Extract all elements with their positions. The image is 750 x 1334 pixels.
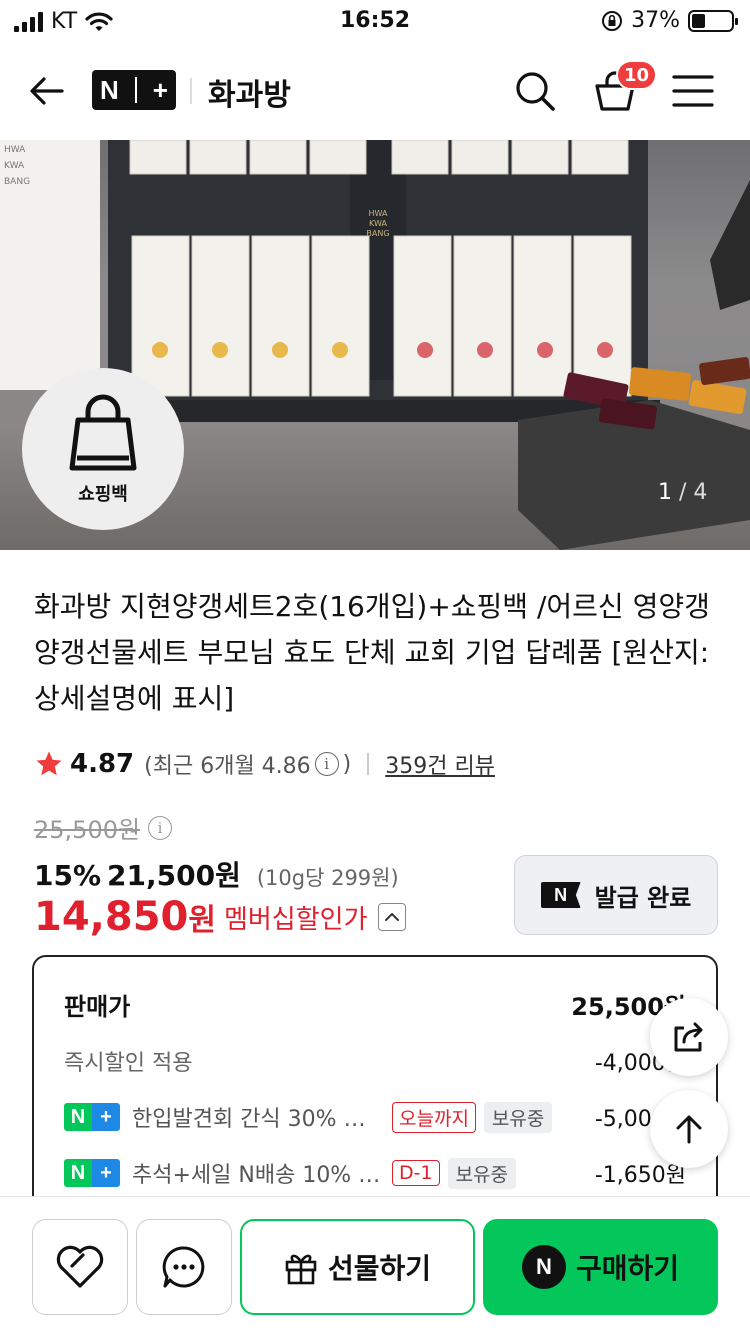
member-price-row: 14,850원 멤버십할인가 [34, 894, 406, 940]
svg-text:BANG: BANG [366, 229, 389, 238]
product-image-carousel[interactable]: HWA KWA BANG HWA KWA BANG 쇼핑백 1 / 4 [0, 140, 750, 550]
rating-recent-text: (최근 6개월 4.86 [144, 754, 311, 779]
logo-plus: + [152, 74, 168, 105]
chat-icon [162, 1246, 205, 1288]
rating-score: 4.87 [70, 749, 135, 779]
pager-current: 1 [658, 480, 672, 505]
header-divider [190, 78, 192, 104]
chevron-up-icon [384, 913, 399, 921]
price-info-icon[interactable]: i [148, 815, 173, 840]
coupon-button-label: 발급 완료 [594, 883, 692, 912]
member-price-label: 멤버십할인가 [223, 904, 368, 935]
cart-count-badge: 10 [616, 60, 658, 90]
rating-row: 4.87 (최근 6개월 4.86 i ) 359건 리뷰 [34, 748, 495, 780]
gift-icon [285, 1254, 317, 1285]
arrow-up-icon [676, 1115, 702, 1144]
battery-icon [688, 9, 738, 32]
share-button[interactable] [650, 998, 728, 1076]
coupon-name: 한입발견회 간식 30% 쿠폰 [132, 1107, 382, 1132]
star-icon [36, 751, 62, 776]
logo-divider [134, 77, 137, 103]
rating-recent: (최근 6개월 4.86 i ) [144, 748, 351, 780]
original-price: 25,500원 [34, 816, 141, 844]
naver-plus-badge: N + [64, 1103, 120, 1131]
coupon-deadline-tag: 오늘까지 [392, 1101, 476, 1133]
search-icon[interactable] [510, 66, 560, 116]
member-price-number: 14,850 [34, 894, 189, 940]
sale-price-row: 15% 21,500원 (10g당 299원) [34, 854, 399, 894]
rotation-lock-icon [602, 10, 623, 31]
breakdown-label: 즉시할인 적용 [64, 1051, 193, 1076]
battery-percent: 37% [631, 8, 680, 33]
price-breakdown-panel: 판매가 25,500원 즉시할인 적용 -4,000원 N + 한입발견회 간식 … [32, 955, 718, 1215]
status-right: 37% [601, 8, 738, 33]
gift-button-label: 선물하기 [327, 1252, 432, 1285]
svg-text:KWA: KWA [4, 161, 25, 171]
breakdown-label: 판매가 [64, 993, 131, 1021]
pager-total: / 4 [679, 480, 708, 505]
breakdown-row-coupon-1: N + 한입발견회 간식 30% 쿠폰 오늘까지 보유중 -5,000원 [64, 1101, 686, 1133]
member-price-unit: 원 [188, 903, 216, 938]
toggle-breakdown-button[interactable] [377, 903, 406, 931]
wishlist-button[interactable] [32, 1219, 128, 1315]
buy-button[interactable]: N 구매하기 [483, 1219, 718, 1315]
svg-text:KWA: KWA [369, 219, 387, 228]
store-name[interactable]: 화과방 [208, 70, 291, 114]
talk-button[interactable] [136, 1219, 232, 1315]
logo-n: N [100, 74, 119, 105]
breakdown-row-coupon-2: N + 추석+세일 N배송 10% 쿠폰 D-1 보유중 -1,650원 [64, 1157, 686, 1189]
menu-icon[interactable] [670, 68, 716, 114]
svg-text:HWA: HWA [369, 209, 388, 218]
svg-text:BANG: BANG [4, 177, 30, 187]
breakdown-row-instant-discount: 즉시할인 적용 -4,000원 [64, 1045, 686, 1077]
naver-pay-icon: N [521, 1245, 566, 1289]
coupon-name: 추석+세일 N배송 10% 쿠폰 [132, 1163, 382, 1188]
review-link[interactable]: 359건 리뷰 [385, 748, 495, 780]
app-header: N + 화과방 10 [0, 44, 750, 140]
rating-recent-close: ) [342, 751, 352, 777]
original-price-row: 25,500원 i [34, 810, 173, 845]
naver-plus-logo[interactable]: N + [92, 70, 176, 110]
image-pager: 1 / 4 [658, 480, 707, 505]
unit-price: (10g당 299원) [256, 866, 399, 890]
member-price: 14,850원 [34, 894, 216, 940]
discount-percent: 15% [34, 859, 102, 892]
breakdown-row-list-price: 판매가 25,500원 [64, 987, 686, 1022]
coupon-issued-button[interactable]: N 발급 완료 [514, 855, 718, 935]
coupon-status-tag: 보유중 [447, 1157, 517, 1189]
sale-price: 21,500원 [107, 859, 241, 892]
naver-n-icon: N [540, 882, 581, 908]
shopping-bag-badge: 쇼핑백 [22, 368, 184, 530]
share-icon [674, 1022, 703, 1052]
shopping-bag-icon [69, 394, 137, 471]
heart-icon [56, 1245, 104, 1288]
bottom-action-bar: 선물하기 N 구매하기 [0, 1196, 750, 1334]
back-arrow-icon[interactable] [22, 66, 72, 116]
product-title: 화과방 지현양갱세트2호(16개입)+쇼핑백 /어르신 영양갱 양갱선물세트 부… [34, 590, 710, 715]
shopping-bag-label: 쇼핑백 [78, 484, 128, 505]
coupon-status-tag: 보유중 [483, 1101, 553, 1133]
svg-text:HWA: HWA [4, 145, 26, 155]
scroll-top-button[interactable] [650, 1090, 728, 1168]
info-icon[interactable]: i [314, 752, 339, 776]
coupon-deadline-tag: D-1 [392, 1160, 440, 1186]
rating-divider [367, 753, 370, 775]
status-bar: KT 16:52 37% [0, 0, 750, 44]
naver-plus-badge: N + [64, 1159, 120, 1187]
buy-button-label: 구매하기 [575, 1252, 680, 1285]
gift-button[interactable]: 선물하기 [240, 1219, 475, 1315]
